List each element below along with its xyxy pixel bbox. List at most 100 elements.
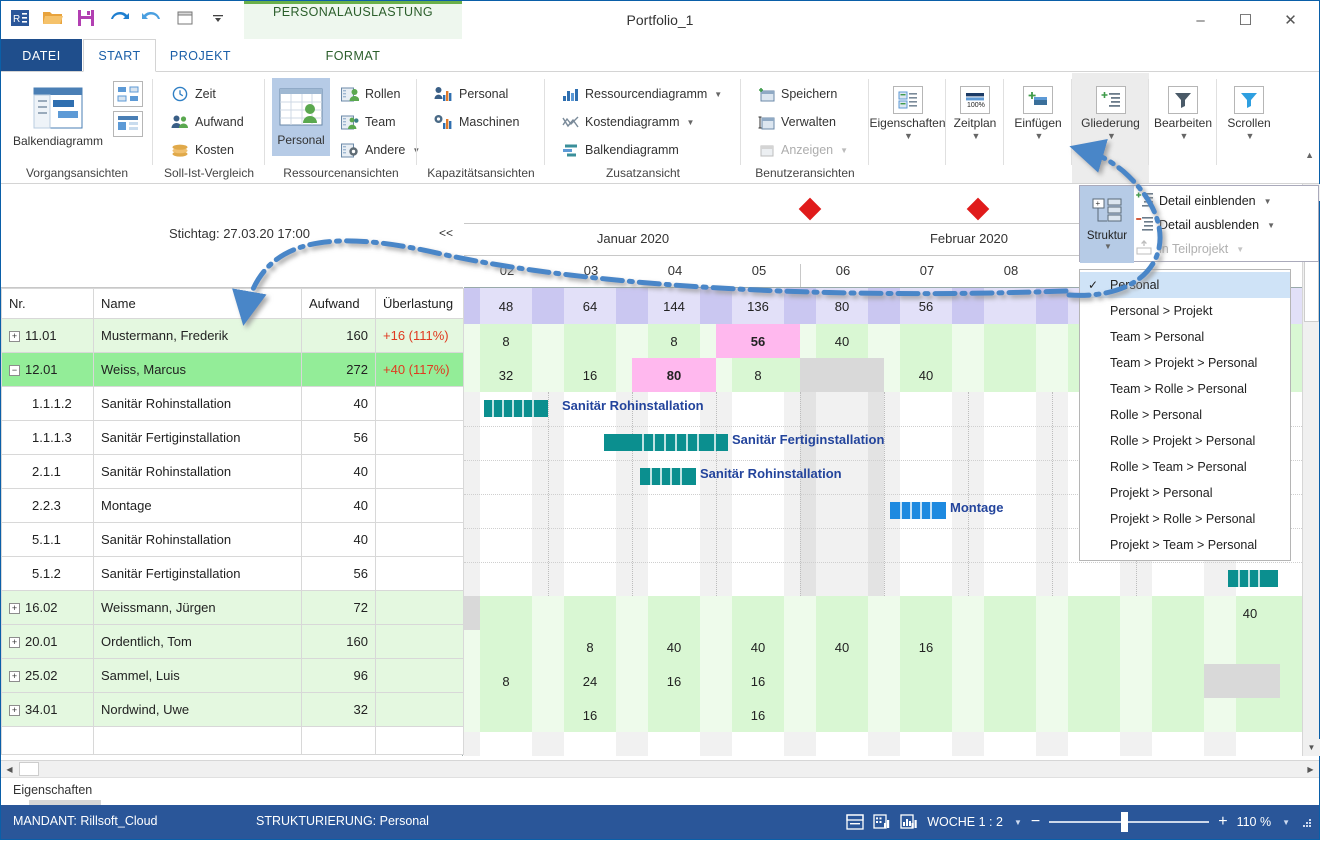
collapse-left-button[interactable]: << bbox=[439, 226, 453, 240]
chevron-down-icon[interactable]: ▼ bbox=[1180, 131, 1189, 141]
table-view-icon[interactable] bbox=[113, 111, 143, 137]
benutzer-speichern-button[interactable]: Speichern bbox=[753, 81, 840, 107]
tool-eigenschaften[interactable]: Eigenschaften ▼ bbox=[869, 73, 946, 183]
column-header-nr[interactable]: Nr. bbox=[1, 288, 94, 319]
scale-label[interactable]: WOCHE 1 : 2 bbox=[927, 815, 1003, 829]
gantt-bar[interactable] bbox=[1228, 570, 1278, 587]
table-row[interactable]: +34.01 Nordwind, Uwe 32 bbox=[1, 692, 464, 727]
vertical-scrollbar[interactable]: ▲ ▼ bbox=[1302, 184, 1320, 756]
expand-icon[interactable]: + bbox=[9, 637, 20, 649]
table-grid-icon[interactable] bbox=[873, 814, 891, 830]
table-row[interactable]: 5.1.2 Sanitär Fertiginstallation 56 bbox=[1, 556, 464, 591]
team-button[interactable]: Team bbox=[337, 109, 399, 135]
tab-datei[interactable]: DATEI bbox=[1, 39, 82, 72]
rollen-button[interactable]: Rollen bbox=[337, 81, 403, 107]
menu-item-team-projekt-personal[interactable]: Team > Projekt > Personal bbox=[1080, 350, 1290, 376]
collapse-icon[interactable]: − bbox=[9, 365, 20, 377]
gantt-bar[interactable] bbox=[484, 400, 548, 417]
column-header-aufwand[interactable]: Aufwand bbox=[301, 288, 376, 319]
gantt-row-person[interactable]: 8 40 40 40 16 bbox=[464, 630, 1302, 664]
gantt-row-person[interactable]: 8 24 16 16 bbox=[464, 664, 1302, 698]
zusatz-balkendiagramm-button[interactable]: Balkendiagramm bbox=[557, 137, 682, 163]
scroll-right-button[interactable]: ▶ bbox=[1302, 761, 1319, 778]
ribbon-collapse-icon[interactable]: ▲ bbox=[1305, 150, 1314, 160]
tab-start[interactable]: START bbox=[83, 39, 156, 72]
chevron-down-icon[interactable]: ▼ bbox=[1014, 818, 1022, 827]
chevron-down-icon[interactable]: ▼ bbox=[1236, 245, 1244, 254]
split-view-icon[interactable] bbox=[846, 814, 864, 830]
menu-item-projekt-personal[interactable]: Projekt > Personal bbox=[1080, 480, 1290, 506]
chevron-down-icon[interactable]: ▼ bbox=[972, 131, 981, 141]
table-row[interactable]: 2.2.3 Montage 40 bbox=[1, 488, 464, 523]
gantt-bar[interactable] bbox=[640, 468, 696, 485]
table-row[interactable]: +20.01 Ordentlich, Tom 160 bbox=[1, 624, 464, 659]
table-row[interactable]: 1.1.1.2 Sanitär Rohinstallation 40 bbox=[1, 386, 464, 421]
chevron-down-icon[interactable]: ▼ bbox=[1264, 197, 1272, 206]
gantt-bar[interactable] bbox=[604, 434, 728, 451]
tool-gliederung[interactable]: Gliederung ▼ bbox=[1072, 73, 1149, 183]
menu-item-personal-projekt[interactable]: Personal > Projekt bbox=[1080, 298, 1290, 324]
struktur-button[interactable]: + Struktur ▼ bbox=[1080, 186, 1134, 263]
aufwand-button[interactable]: Aufwand bbox=[167, 109, 247, 135]
zoom-in-button[interactable]: + bbox=[1218, 813, 1227, 831]
menu-item-rolle-projekt-personal[interactable]: Rolle > Projekt > Personal bbox=[1080, 428, 1290, 454]
column-header-name[interactable]: Name bbox=[93, 288, 302, 319]
table-row[interactable]: 1.1.1.3 Sanitär Fertiginstallation 56 bbox=[1, 420, 464, 455]
menu-item-team-rolle-personal[interactable]: Team > Rolle > Personal bbox=[1080, 376, 1290, 402]
tool-zeitplan[interactable]: 100% Zeitplan ▼ bbox=[946, 73, 1004, 183]
resize-grip-icon[interactable] bbox=[1299, 815, 1311, 830]
menu-item-projekt-rolle-personal[interactable]: Projekt > Rolle > Personal bbox=[1080, 506, 1290, 532]
table-row[interactable]: +16.02 Weissmann, Jürgen 72 bbox=[1, 590, 464, 625]
expand-icon[interactable]: + bbox=[9, 331, 20, 343]
chevron-down-icon[interactable]: ▼ bbox=[904, 131, 913, 141]
gantt-row-empty[interactable] bbox=[464, 732, 1302, 756]
chevron-down-icon[interactable]: ▼ bbox=[1267, 221, 1275, 230]
zeit-button[interactable]: Zeit bbox=[167, 81, 219, 107]
network-view-icon[interactable] bbox=[113, 81, 143, 107]
milestone-marker[interactable] bbox=[966, 197, 990, 221]
chevron-down-icon[interactable]: ▼ bbox=[1107, 131, 1116, 141]
zoom-slider[interactable] bbox=[1049, 812, 1210, 832]
kapazitaet-personal-button[interactable]: Personal bbox=[429, 81, 511, 107]
benutzer-anzeigen-button[interactable]: Anzeigen ▼ bbox=[753, 137, 851, 163]
tool-scrollen[interactable]: Scrollen ▼ bbox=[1217, 73, 1281, 183]
gantt-row-person[interactable]: 16 16 bbox=[464, 698, 1302, 732]
kostendiagramm-button[interactable]: Kostendiagramm ▼ bbox=[557, 109, 697, 135]
table-row[interactable] bbox=[1, 726, 464, 755]
personal-view-button[interactable]: Personal bbox=[272, 78, 330, 156]
menu-item-rolle-personal[interactable]: Rolle > Personal bbox=[1080, 402, 1290, 428]
zoom-slider-knob[interactable] bbox=[1121, 812, 1129, 832]
chevron-down-icon[interactable]: ▼ bbox=[1035, 131, 1044, 141]
tool-einfuegen[interactable]: Einfügen ▼ bbox=[1004, 73, 1072, 183]
close-button[interactable]: ✕ bbox=[1268, 5, 1313, 35]
scroll-left-button[interactable]: ◀ bbox=[1, 761, 18, 778]
expand-icon[interactable]: + bbox=[9, 603, 20, 615]
table-row[interactable]: +25.02 Sammel, Luis 96 bbox=[1, 658, 464, 693]
detail-einblenden-item[interactable]: Detail einblenden ▼ bbox=[1136, 189, 1275, 213]
zoom-percent[interactable]: 110 % bbox=[1237, 815, 1272, 829]
table-row[interactable]: 2.1.1 Sanitär Rohinstallation 40 bbox=[1, 454, 464, 489]
expand-icon[interactable]: + bbox=[9, 705, 20, 717]
menu-item-projekt-team-personal[interactable]: Projekt > Team > Personal bbox=[1080, 532, 1290, 558]
maximize-button[interactable]: ☐ bbox=[1223, 5, 1268, 35]
andere-button[interactable]: Andere ▼ bbox=[337, 137, 423, 163]
chevron-down-icon[interactable]: ▼ bbox=[1282, 818, 1290, 827]
horizontal-scrollbar[interactable]: ◀ ▶ bbox=[1, 760, 1319, 778]
minimize-button[interactable]: – bbox=[1178, 5, 1223, 35]
expand-icon[interactable]: + bbox=[9, 671, 20, 683]
benutzer-verwalten-button[interactable]: Verwalten bbox=[753, 109, 839, 135]
kapazitaet-maschinen-button[interactable]: Maschinen bbox=[429, 109, 522, 135]
menu-item-personal[interactable]: ✓ Personal bbox=[1080, 272, 1290, 298]
chevron-down-icon[interactable]: ▼ bbox=[840, 146, 848, 155]
gantt-bar[interactable] bbox=[890, 502, 946, 519]
ressourcendiagramm-button[interactable]: Ressourcendiagramm ▼ bbox=[557, 81, 725, 107]
chart-grid-icon[interactable] bbox=[900, 814, 918, 830]
tab-projekt[interactable]: PROJEKT bbox=[158, 39, 243, 72]
balkendiagramm-button[interactable]: Balkendiagramm bbox=[9, 81, 107, 151]
in-teilprojekt-item[interactable]: in Teilprojekt ▼ bbox=[1136, 237, 1275, 261]
kosten-button[interactable]: Kosten bbox=[167, 137, 237, 163]
chevron-down-icon[interactable]: ▼ bbox=[687, 118, 695, 127]
tab-format[interactable]: FORMAT bbox=[244, 39, 462, 72]
menu-item-rolle-team-personal[interactable]: Rolle > Team > Personal bbox=[1080, 454, 1290, 480]
scroll-down-button[interactable]: ▼ bbox=[1303, 739, 1320, 756]
